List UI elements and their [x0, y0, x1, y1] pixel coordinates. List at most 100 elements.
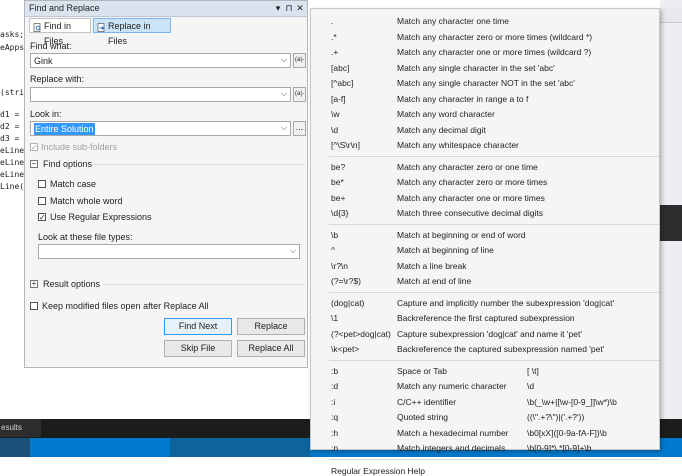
regex-menu-item[interactable]: (?=\r?$) Match at end of line — [311, 274, 659, 290]
close-icon[interactable]: ✕ — [295, 3, 305, 13]
regex-description: Match any numeric character — [397, 381, 507, 391]
include-subfolders-checkbox[interactable]: ✓ — [30, 143, 38, 152]
regex-menu-item[interactable]: be? Match any character zero or one time — [311, 160, 659, 176]
regex-description: Match at beginning or end of word — [397, 229, 526, 240]
match-whole-word-checkbox[interactable] — [38, 197, 46, 205]
look-in-combo[interactable]: Entire Solution ⌵ — [30, 121, 291, 136]
code-editor-text: asks; eApps (strin d1 = d2 = d3 = eLine(eLi… — [0, 0, 29, 420]
regex-menu-item[interactable]: [a-f] Match any character in range a to f — [311, 92, 659, 108]
regex-token: :q — [331, 412, 339, 422]
chevron-down-icon[interactable]: ⌵ — [290, 246, 296, 256]
regex-menu-item[interactable]: :q Quoted string ((\".+?\")|('.+?')) — [311, 410, 659, 426]
skip-file-button[interactable]: Skip File — [164, 340, 232, 357]
code-line: eApps — [0, 43, 25, 52]
regex-token: . — [331, 16, 334, 26]
regex-expansion: \b(_\w+|[\w-[0-9_]]\w*)\b — [527, 396, 617, 407]
regex-menu-item[interactable]: :d Match any numeric character \d — [311, 379, 659, 395]
regex-menu-item[interactable]: .* Match any character zero or more times… — [311, 30, 659, 46]
regex-token: .+ — [331, 47, 339, 57]
regex-token: .* — [331, 31, 337, 42]
regex-menu-item[interactable]: [^abc] Match any single character NOT in … — [311, 76, 659, 92]
regex-menu-item[interactable]: :b Space or Tab [ \t] — [311, 364, 659, 380]
regex-token: [a-f] — [331, 93, 346, 104]
include-subfolders-label: Include sub-folders — [41, 142, 118, 152]
use-regex-checkbox[interactable]: ✓ — [38, 213, 46, 222]
regex-reference-menu: . Match any character one time .* Match any… — [310, 8, 660, 476]
code-line: asks; — [0, 30, 25, 39]
dropdown-icon[interactable]: ▾ — [273, 3, 283, 13]
regex-description: Match three consecutive decimal digits — [397, 208, 543, 218]
code-line: d3 = — [0, 134, 20, 143]
regex-menu-item[interactable]: :i C/C++ identifier \b(_\w+|[\w-[0-9_]]\w*… — [311, 395, 659, 411]
find-what-combo[interactable]: Gink ⌵ — [30, 53, 291, 68]
regex-menu-item[interactable]: \1 Backreference the first captured subex… — [311, 311, 659, 327]
regex-menu-item[interactable]: (dog|cat) Capture and implicitly number t… — [311, 296, 659, 312]
menu-separator — [329, 359, 659, 361]
regex-menu-item[interactable]: ^ Match at beginning of line — [311, 243, 659, 259]
pin-icon[interactable]: ⊓ — [284, 3, 294, 13]
browse-button[interactable]: ... — [293, 121, 306, 136]
regex-token: :d — [331, 381, 339, 391]
regex-token: [^\S\r\n] — [331, 140, 361, 150]
find-what-value: Gink — [34, 56, 53, 66]
regex-menu-item[interactable]: [abc] Match any single character in the s… — [311, 61, 659, 77]
menu-separator — [329, 223, 659, 225]
regex-menu-item[interactable]: \d Match any decimal digit — [311, 123, 659, 139]
regex-menu-item[interactable]: :h Match a hexadecimal number \b0[xX]([0-9… — [311, 426, 659, 442]
regex-token: :h — [331, 427, 339, 438]
find-next-button[interactable]: Find Next — [164, 318, 232, 335]
regex-expansion: \b[0-9]*\.*[0-9]+\b — [527, 443, 592, 453]
chevron-down-icon[interactable]: ⌵ — [281, 55, 287, 65]
match-case-checkbox[interactable] — [38, 180, 46, 188]
regex-menu-item[interactable]: :n Match integers and decimals \b[0-9]*\.*… — [311, 441, 659, 457]
file-types-label: Look at these file types: — [38, 232, 133, 242]
regex-menu-item[interactable]: [^\S\r\n] Match any whitespace character — [311, 138, 659, 154]
regex-menu-item[interactable]: be+ Match any character one or more times — [311, 191, 659, 207]
regex-help-link[interactable]: Regular Expression Help — [331, 466, 425, 476]
replace-in-files-icon — [97, 22, 106, 32]
regex-menu-item[interactable]: .+ Match any character one or more times … — [311, 45, 659, 61]
regex-menu-item[interactable]: (?<pet>dog|cat) Capture subexpression 'do… — [311, 327, 659, 343]
regex-token: :n — [331, 443, 339, 453]
regex-description: Match any decimal digit — [397, 124, 486, 135]
results-tab[interactable]: esults — [0, 419, 41, 437]
file-types-combo[interactable]: ⌵ — [38, 244, 300, 259]
regex-menu-item[interactable]: \b Match at beginning or end of word — [311, 228, 659, 244]
result-options-expand-icon[interactable]: + — [30, 280, 38, 288]
menu-separator — [329, 155, 659, 157]
replace-regex-builder-button[interactable]: (a|- — [293, 87, 306, 102]
regex-menu-item[interactable]: \w Match any word character — [311, 107, 659, 123]
regex-description: Match any character zero or more times — [397, 177, 548, 187]
regex-menu-item[interactable]: \d{3} Match three consecutive decimal dig… — [311, 206, 659, 222]
regex-menu-item[interactable]: . Match any character one time — [311, 14, 659, 30]
find-options-collapse-icon[interactable]: − — [30, 160, 38, 168]
result-options-label: Result options — [43, 279, 101, 289]
regex-token: (dog|cat) — [331, 297, 365, 308]
dialog-title-bar: Find and Replace ▾ ⊓ ✕ — [25, 1, 307, 17]
regex-expansion: \d — [527, 381, 535, 391]
regex-token: (?=\r?$) — [331, 276, 361, 286]
regex-description: Match integers and decimals — [397, 443, 506, 453]
menu-separator — [329, 458, 659, 460]
chevron-down-icon[interactable]: ⌵ — [281, 123, 287, 133]
regex-menu-item[interactable]: be* Match any character zero or more time… — [311, 175, 659, 191]
match-case-label: Match case — [50, 179, 97, 189]
regex-description: Match a hexadecimal number — [397, 427, 509, 438]
regex-token: \1 — [331, 313, 339, 323]
regex-expansion: \b0[xX]([0-9a-fA-F])\b — [527, 427, 607, 438]
regex-expansion: ((\".+?\")|('.+?')) — [527, 412, 585, 422]
replace-with-combo[interactable]: ⌵ — [30, 87, 291, 102]
regex-description: Capture and implicitly number the subexp… — [397, 297, 615, 308]
replace-all-button[interactable]: Replace All — [237, 340, 305, 357]
replace-button[interactable]: Replace — [237, 318, 305, 335]
regex-description: Match any character one time — [397, 16, 509, 26]
keep-open-checkbox[interactable] — [30, 302, 38, 310]
regex-menu-item[interactable]: \r?\n Match a line break — [311, 259, 659, 275]
regex-menu-item[interactable]: \k<pet> Backreference the captured subexp… — [311, 342, 659, 358]
regex-builder-button[interactable]: (a|- — [293, 53, 306, 68]
chevron-down-icon[interactable]: ⌵ — [281, 89, 287, 99]
regex-token: (?<pet>dog|cat) — [331, 328, 391, 339]
tab-find-in-files[interactable]: Find in Files — [29, 18, 91, 46]
tab-replace-in-files[interactable]: Replace in Files — [93, 18, 171, 46]
regex-token: :i — [331, 396, 336, 407]
